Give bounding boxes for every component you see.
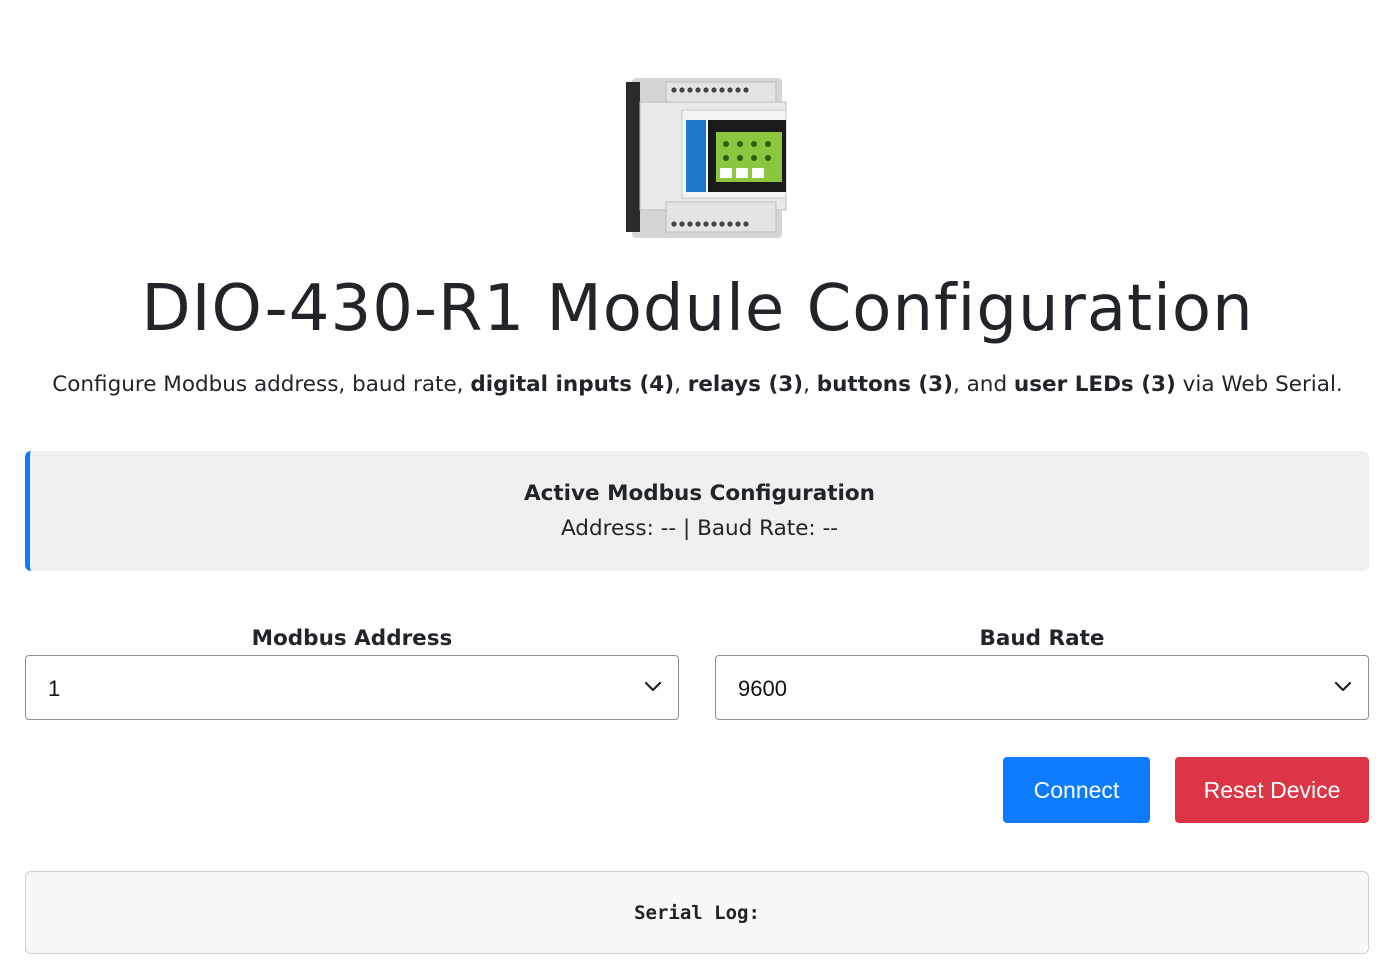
- modbus-address-select[interactable]: 1: [25, 655, 679, 720]
- subtitle-text: , and: [952, 372, 1014, 397]
- modbus-address-label: Modbus Address: [251, 626, 453, 651]
- baud-rate-value: 9600: [738, 676, 787, 701]
- subtitle-digital-inputs: digital inputs (4): [470, 372, 675, 397]
- subtitle-buttons: buttons (3): [816, 372, 953, 397]
- chevron-down-icon: [1334, 681, 1352, 692]
- page-subtitle: Configure Modbus address, baud rate, dig…: [0, 372, 1381, 397]
- active-config-values: Address: -- | Baud Rate: --: [560, 516, 839, 541]
- subtitle-text: Configure Modbus address, baud rate,: [52, 372, 471, 397]
- subtitle-text: ,: [674, 372, 688, 397]
- module-product-image: [626, 78, 787, 238]
- baud-rate-select[interactable]: 9600: [715, 655, 1369, 720]
- page-title: DIO-430-R1 Module Configuration: [141, 272, 1254, 346]
- subtitle-text: via Web Serial.: [1175, 372, 1343, 397]
- modbus-address-value: 1: [48, 676, 61, 701]
- serial-log-title: Serial Log:: [634, 902, 760, 924]
- connect-button[interactable]: Connect: [1003, 757, 1150, 823]
- serial-log-panel: Serial Log:: [25, 871, 1369, 954]
- modbus-address-field: Modbus Address 1: [25, 622, 679, 720]
- subtitle-user-leds: user LEDs (3): [1013, 372, 1176, 397]
- reset-device-button[interactable]: Reset Device: [1175, 757, 1369, 823]
- active-config-title: Active Modbus Configuration: [524, 481, 875, 506]
- active-config-panel: Active Modbus Configuration Address: -- …: [25, 451, 1369, 571]
- chevron-down-icon: [644, 681, 662, 692]
- subtitle-text: ,: [803, 372, 817, 397]
- baud-rate-field: Baud Rate 9600: [715, 622, 1369, 720]
- subtitle-relays: relays (3): [687, 372, 804, 397]
- baud-rate-label: Baud Rate: [979, 626, 1105, 651]
